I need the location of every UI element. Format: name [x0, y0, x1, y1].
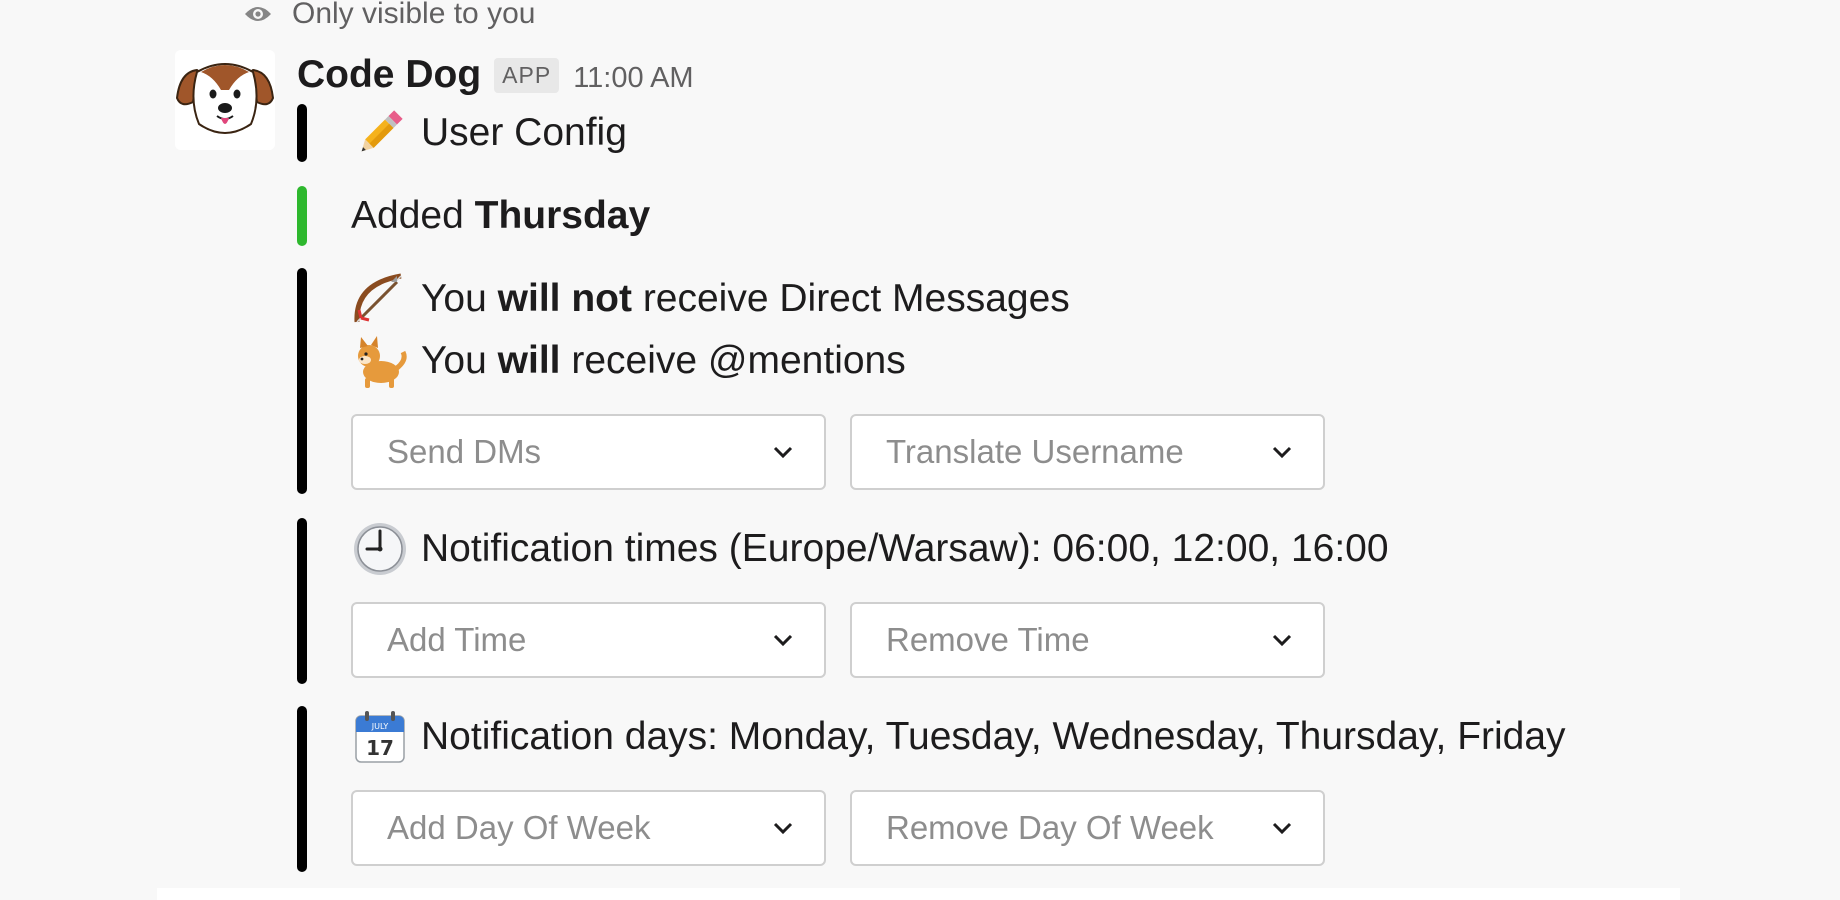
calendar-day: 17	[366, 736, 394, 760]
notification-days-text: Notification days: Monday, Tuesday, Wedn…	[421, 715, 1566, 758]
attachment-user-config: User Config	[297, 104, 627, 162]
add-day-of-week-select-label: Add Day Of Week	[387, 809, 651, 846]
chevron-down-icon	[773, 634, 793, 647]
remove-time-select[interactable]: Remove Time	[850, 602, 1325, 678]
dm-setting-line: You will not receive Direct Messages	[351, 270, 1070, 328]
config-title-line: User Config	[351, 104, 627, 162]
mention-status: will	[497, 339, 561, 382]
translate-username-select[interactable]: Translate Username	[850, 414, 1325, 490]
chevron-down-icon	[1272, 634, 1292, 647]
mention-post: receive @mentions	[571, 339, 906, 382]
added-prefix: Added	[351, 194, 464, 237]
dm-status: will not	[497, 277, 632, 320]
chevron-down-icon	[773, 822, 793, 835]
calendar-month: JULY	[371, 722, 389, 731]
calendar-icon: JULY 17	[351, 708, 409, 766]
remove-time-select-label: Remove Time	[886, 621, 1090, 658]
dog-icon	[351, 332, 409, 390]
dm-post: receive Direct Messages	[642, 277, 1070, 320]
dm-pre: You	[421, 277, 487, 320]
chevron-down-icon	[773, 446, 793, 459]
remove-day-of-week-select[interactable]: Remove Day Of Week	[850, 790, 1325, 866]
dog-avatar-icon	[175, 50, 275, 150]
translate-username-select-label: Translate Username	[886, 433, 1184, 470]
chevron-down-icon	[1272, 446, 1292, 459]
add-day-of-week-select[interactable]: Add Day Of Week	[351, 790, 826, 866]
attachment-notification-days: JULY 17 Notification days: Monday, Tuesd…	[297, 706, 1566, 872]
message-header: Code Dog APP 11:00 AM	[297, 48, 694, 102]
notification-times-text: Notification times (Europe/Warsaw): 06:0…	[421, 527, 1389, 570]
pencil-icon	[351, 104, 409, 162]
config-title: User Config	[421, 111, 627, 154]
remove-day-of-week-select-label: Remove Day Of Week	[886, 809, 1214, 846]
app-badge: APP	[494, 57, 560, 93]
send-dms-select-label: Send DMs	[387, 433, 542, 470]
attachment-notification-times: Notification times (Europe/Warsaw): 06:0…	[297, 518, 1389, 684]
message-timestamp[interactable]: 11:00 AM	[573, 62, 693, 95]
sender-name[interactable]: Code Dog	[297, 53, 481, 97]
bow-arrow-icon	[351, 270, 409, 328]
add-time-select[interactable]: Add Time	[351, 602, 826, 678]
avatar[interactable]	[175, 50, 275, 150]
add-time-select-label: Add Time	[387, 621, 527, 658]
notification-times-line: Notification times (Europe/Warsaw): 06:0…	[351, 518, 1389, 580]
eye-icon	[244, 4, 272, 24]
send-dms-select[interactable]: Send DMs	[351, 414, 826, 490]
added-line: Added Thursday	[351, 186, 650, 246]
attachment-dm-settings: You will not receive Direct Messages You…	[297, 268, 1325, 494]
visibility-text: Only visible to you	[292, 0, 536, 30]
added-day: Thursday	[474, 194, 651, 237]
mention-pre: You	[421, 339, 487, 382]
visibility-note: Only visible to you	[244, 0, 536, 30]
mention-setting-line: You will receive @mentions	[351, 332, 906, 390]
notification-days-line: JULY 17 Notification days: Monday, Tuesd…	[351, 706, 1566, 768]
chevron-down-icon	[1272, 822, 1292, 835]
composer-edge	[157, 888, 1680, 900]
attachment-added: Added Thursday	[297, 186, 650, 246]
clock-icon	[351, 520, 409, 578]
